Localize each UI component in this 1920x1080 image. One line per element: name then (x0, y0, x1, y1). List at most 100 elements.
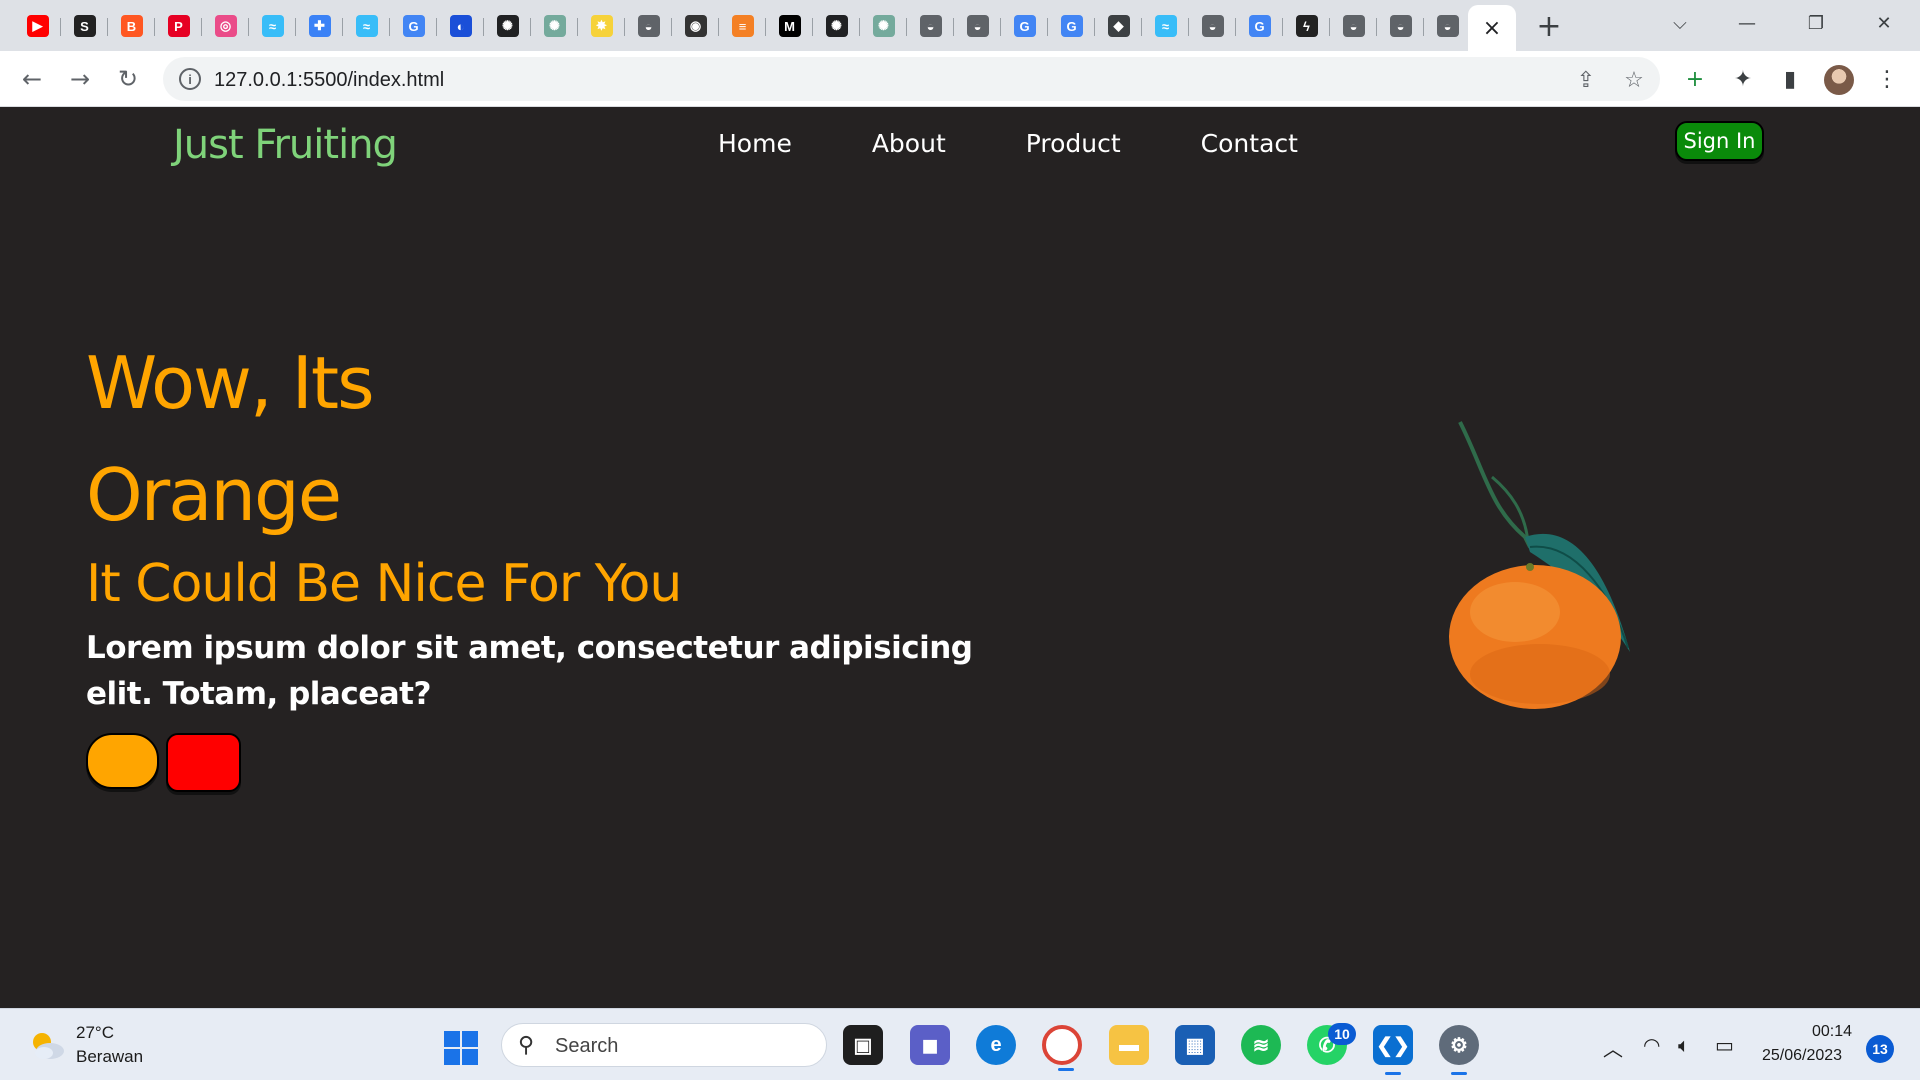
extension-plus-icon[interactable]: + (1679, 63, 1711, 95)
browser-tab[interactable]: ◉ (672, 5, 719, 47)
volume-icon[interactable]: 🔈︎ (1678, 1033, 1690, 1057)
settings-gear-icon[interactable]: ⚙ (1439, 1025, 1479, 1075)
weather-description[interactable]: Berawan (76, 1047, 143, 1067)
browser-tab[interactable]: ◒ (625, 5, 672, 47)
address-bar[interactable]: i 127.0.0.1:5500/index.html ⇪ ☆ (163, 57, 1660, 101)
browser-tab[interactable]: ◒ (954, 5, 1001, 47)
graduation-icon: ◆ (1107, 15, 1130, 37)
start-pane-3 (444, 1049, 460, 1065)
dribbble-icon: ◎ (214, 15, 237, 37)
browser-tab[interactable]: ▶ (14, 5, 61, 47)
vscode-icon[interactable]: ❮❯ (1373, 1025, 1413, 1075)
tab-list: ▶ S B P ◎ ≈ ✚ ≈ G ◐ ✺ ✺ ✸ ◒ ◉ ≡ M ✺ ✺ ◒ ◒ G G ◆ ≈ ◒ Gϟ ◒ ◒ ◒ (14, 5, 1471, 47)
side-panel-icon[interactable]: ▮ (1774, 63, 1806, 95)
bookmark-star-icon[interactable]: ☆ (1620, 66, 1648, 94)
battery-icon[interactable]: ▭ (1715, 1033, 1734, 1057)
profile-avatar[interactable] (1824, 65, 1854, 95)
chrome-icon[interactable] (1042, 1025, 1082, 1071)
browser-tab[interactable]: P (155, 5, 202, 47)
start-button[interactable] (444, 1031, 478, 1065)
minimize-button[interactable]: — (1727, 8, 1767, 38)
reload-button[interactable]: ↻ (112, 63, 144, 95)
new-tab-button[interactable]: + (1533, 9, 1565, 44)
browser-tab[interactable]: ✺ (813, 5, 860, 47)
browser-tab[interactable]: ✚ (296, 5, 343, 47)
google-icon: G (402, 15, 425, 37)
browser-tab[interactable]: S (61, 5, 108, 47)
tab-search-icon[interactable]: ⌵ (1660, 8, 1700, 38)
browser-tab[interactable]: ≡ (719, 5, 766, 47)
weather-temperature[interactable]: 27°C (76, 1023, 114, 1043)
share-icon[interactable]: ⇪ (1572, 66, 1600, 94)
file-explorer-icon[interactable]: ▬ (1109, 1025, 1149, 1065)
browser-tab[interactable]: ✺ (531, 5, 578, 47)
active-tab[interactable]: × (1468, 5, 1516, 51)
youtube-icon: ▶ (26, 15, 49, 37)
browser-tab[interactable]: ◆ (1095, 5, 1142, 47)
browser-tab[interactable]: G (390, 5, 437, 47)
github-icon: ◉ (684, 15, 707, 37)
puzzle-icon: ✚ (308, 15, 331, 37)
orange-button[interactable] (86, 733, 159, 789)
browser-tab[interactable]: ◒ (1189, 5, 1236, 47)
chatgpt-icon: ✺ (872, 15, 895, 37)
notification-count-badge[interactable]: 13 (1866, 1035, 1894, 1063)
start-pane-2 (462, 1031, 478, 1047)
browser-tab[interactable]: ◐ (437, 5, 484, 47)
globe-icon: ◐ (449, 15, 472, 37)
site-logo[interactable]: Just Fruiting (173, 122, 398, 168)
browser-tab[interactable]: G (1236, 5, 1283, 47)
close-tab-icon[interactable]: × (1483, 16, 1501, 41)
browser-tab[interactable]: ≈ (249, 5, 296, 47)
tailwind-icon: ≈ (261, 15, 284, 37)
document-icon: S (73, 15, 96, 37)
forward-button[interactable]: → (64, 63, 96, 95)
browser-tab[interactable]: ◒ (1377, 5, 1424, 47)
globe-icon: ◒ (966, 15, 989, 37)
browser-tab[interactable]: ✸ (578, 5, 625, 47)
restore-button[interactable]: ❐ (1796, 8, 1836, 38)
globe-icon: ◒ (1201, 15, 1224, 37)
browser-tab[interactable]: ✺ (484, 5, 531, 47)
browser-tab[interactable]: B (108, 5, 155, 47)
spotify-icon[interactable]: ≋ (1241, 1025, 1281, 1065)
browser-tab[interactable]: G (1001, 5, 1048, 47)
browser-tab[interactable]: ◒ (907, 5, 954, 47)
menu-kebab-icon[interactable]: ⋮ (1871, 63, 1903, 95)
browser-tab[interactable]: ϟ (1283, 5, 1330, 47)
google-icon: G (1013, 15, 1036, 37)
browser-tab[interactable]: G (1048, 5, 1095, 47)
browser-tab[interactable]: ◒ (1424, 5, 1471, 47)
extensions-puzzle-icon[interactable]: ✦ (1727, 63, 1759, 95)
nav-product[interactable]: Product (1026, 129, 1121, 158)
taskbar-search[interactable]: ⚲ Search (501, 1023, 827, 1067)
red-button[interactable] (166, 733, 241, 792)
sign-in-button[interactable]: Sign In (1675, 121, 1764, 161)
clock-time[interactable]: 00:14 (1812, 1023, 1852, 1041)
tab-strip: ▶ S B P ◎ ≈ ✚ ≈ G ◐ ✺ ✺ ✸ ◒ ◉ ≡ M ✺ ✺ ◒ ◒ G G ◆ ≈ ◒ Gϟ ◒ ◒ ◒ × + ⌵ — … (0, 0, 1920, 51)
nav-home[interactable]: Home (718, 129, 792, 158)
hero-title-line2: Orange (86, 453, 342, 537)
back-button[interactable]: ← (16, 63, 48, 95)
clock-date[interactable]: 25/06/2023 (1762, 1047, 1842, 1065)
hero-subtitle: It Could Be Nice For You (86, 554, 682, 614)
site-info-icon[interactable]: i (179, 68, 201, 90)
browser-tab[interactable]: ≈ (343, 5, 390, 47)
wifi-icon[interactable]: ◠ (1643, 1033, 1660, 1057)
address-url[interactable]: 127.0.0.1:5500/index.html (214, 69, 444, 92)
task-view-icon[interactable]: ▣ (843, 1025, 883, 1065)
browser-tab[interactable]: ≈ (1142, 5, 1189, 47)
edge-icon[interactable]: e (976, 1025, 1016, 1065)
teams-chat-icon[interactable]: ◼ (910, 1025, 950, 1065)
partly-cloudy-icon[interactable] (28, 1029, 66, 1061)
browser-tab[interactable]: ✺ (860, 5, 907, 47)
browser-tab[interactable]: ◒ (1330, 5, 1377, 47)
microsoft-store-icon[interactable]: ▦ (1175, 1025, 1215, 1065)
nav-about[interactable]: About (872, 129, 946, 158)
browser-tab[interactable]: ◎ (202, 5, 249, 47)
show-hidden-icons-icon[interactable]: ︿ (1603, 1033, 1623, 1062)
close-window-button[interactable]: ✕ (1864, 8, 1904, 38)
nav-contact[interactable]: Contact (1201, 129, 1298, 158)
browser-tab[interactable]: M (766, 5, 813, 47)
globe-icon: ◒ (1389, 15, 1412, 37)
